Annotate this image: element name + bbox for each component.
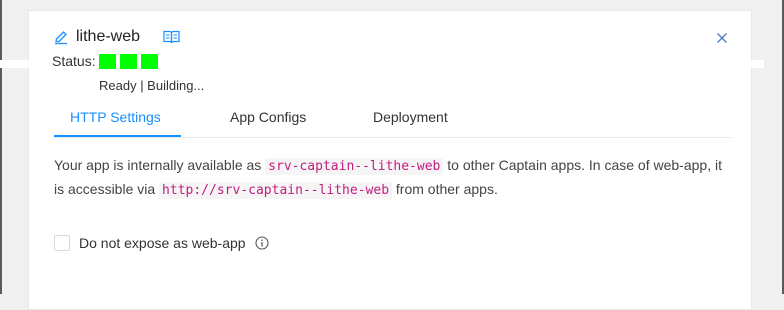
do-not-expose-checkbox[interactable] (54, 235, 70, 251)
tab-deployment[interactable]: Deployment (373, 109, 448, 125)
internal-url: http://srv-captain--lithe-web (159, 182, 393, 199)
internal-host: srv-captain--lithe-web (265, 158, 444, 175)
pencil-icon[interactable] (53, 29, 69, 45)
info-icon[interactable] (255, 236, 269, 250)
book-icon[interactable] (163, 30, 180, 44)
do-not-expose-label[interactable]: Do not expose as web-app (79, 235, 246, 251)
status-indicator (119, 53, 137, 69)
window-frame-left (0, 0, 2, 294)
tab-bar: HTTP Settings App Configs Deployment (54, 100, 731, 138)
status-label: Status: (52, 53, 96, 69)
expose-option: Do not expose as web-app (54, 235, 269, 251)
tab-http-settings[interactable]: HTTP Settings (70, 109, 161, 125)
status-row: Status: (52, 53, 158, 69)
status-indicator (98, 53, 116, 69)
http-description: Your app is internally available as srv-… (54, 154, 734, 202)
tab-app-configs[interactable]: App Configs (230, 109, 306, 125)
status-indicator (140, 53, 158, 69)
app-title-row: lithe-web (53, 28, 180, 46)
desc-text: Your app is internally available as (54, 157, 266, 173)
app-name: lithe-web (76, 28, 141, 45)
active-tab-indicator (54, 135, 181, 137)
close-icon[interactable] (714, 30, 730, 46)
status-caption: Ready | Building... (99, 78, 205, 93)
desc-text: from other apps. (392, 181, 498, 197)
